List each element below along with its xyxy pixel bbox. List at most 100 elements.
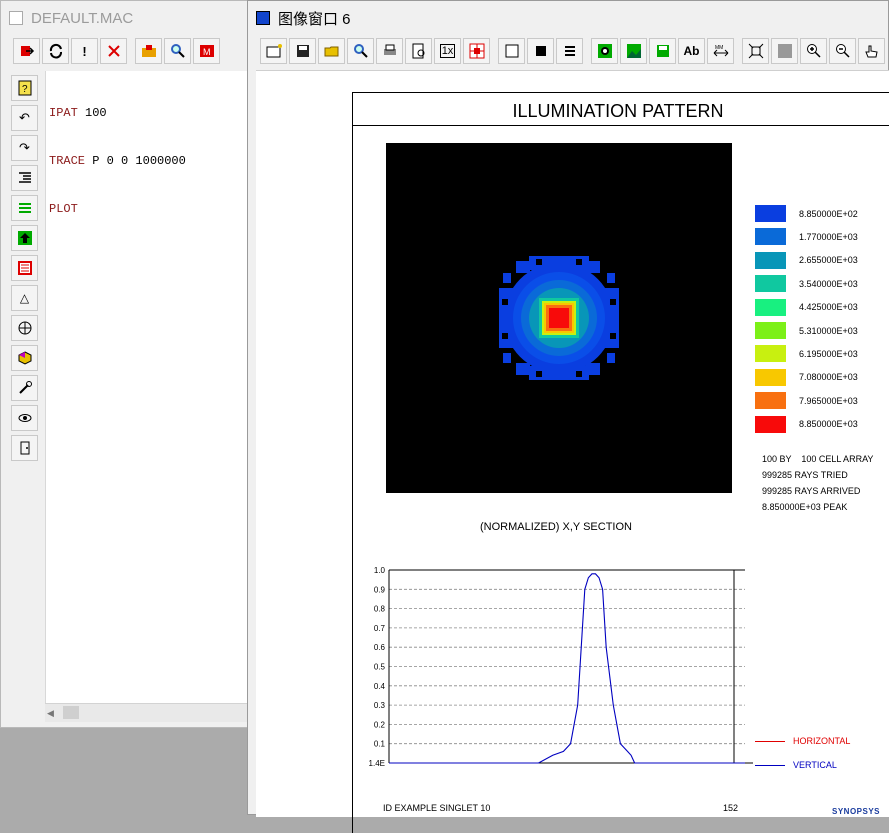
redo-icon: ↷: [19, 140, 30, 155]
zoom-in-button[interactable]: [800, 38, 827, 64]
exclamation-icon: !: [82, 43, 87, 59]
legend-entry: 6.195000E+03: [755, 345, 858, 363]
stat-peak: 8.850000E+03 PEAK: [762, 502, 848, 512]
image-canvas[interactable]: ILLUMINATION PATTERN 8.850000E+02 1.7700…: [256, 70, 889, 833]
zoom-1x-button[interactable]: 1x: [434, 38, 461, 64]
stat-rays-tried: 999285 RAYS TRIED: [762, 470, 848, 480]
legend-swatch: [755, 205, 786, 222]
lines-icon: [564, 46, 575, 56]
text-button[interactable]: Ab: [678, 38, 705, 64]
section-chart-svg: 1.4E 0.1 0.2 0.3 0.4 0.5 0.6 0.7 0.8 0.9 1.0: [369, 566, 757, 768]
search-button[interactable]: [164, 38, 191, 64]
legend-entry: 2.655000E+03: [755, 251, 858, 269]
open-button[interactable]: [318, 38, 345, 64]
legend-entry: 8.850000E+02: [755, 205, 858, 222]
ray-statistics: 100 BY 100 CELL ARRAY 999285 RAYS TRIED …: [762, 451, 873, 515]
scroll-left-icon[interactable]: ◀: [47, 708, 54, 719]
y-tick-label: 1.4E: [369, 759, 385, 768]
macro-args: 100: [77, 106, 107, 120]
legend-swatch: [755, 298, 786, 316]
alert-button[interactable]: !: [71, 38, 98, 64]
pan-button[interactable]: [858, 38, 885, 64]
image-button[interactable]: [620, 38, 647, 64]
cube-icon: [18, 351, 31, 365]
exit-button[interactable]: [11, 435, 38, 461]
legend-value: 4.425000E+03: [799, 302, 858, 313]
svg-text:M: M: [203, 47, 211, 57]
macro-window: DEFAULT.MAC ! M ? ↶ ↷ △ IPAT 100 TRACE P…: [0, 0, 251, 728]
search-icon: [170, 44, 185, 58]
legend-value: 7.080000E+03: [799, 372, 858, 383]
measure-button[interactable]: MM: [707, 38, 734, 64]
lens-button[interactable]: [11, 345, 38, 371]
plot-title: ILLUMINATION PATTERN: [512, 101, 724, 121]
legend-horizontal: HORIZONTAL: [755, 729, 850, 753]
horizontal-scrollbar[interactable]: ◀: [45, 703, 251, 722]
new-window-icon: [266, 44, 282, 58]
macro-keyword: IPAT: [49, 106, 78, 120]
help-button[interactable]: ?: [11, 75, 38, 101]
print-button[interactable]: [376, 38, 403, 64]
target-button[interactable]: [11, 315, 38, 341]
macro-keyword: PLOT: [49, 202, 78, 216]
preview-button[interactable]: [405, 38, 432, 64]
legend-vertical-label: VERTICAL: [793, 760, 837, 770]
printer-icon: [383, 44, 396, 55]
macro-line[interactable]: IPAT 100: [49, 105, 251, 121]
open-folder-button[interactable]: [135, 38, 162, 64]
text-ab-icon: Ab: [683, 44, 700, 58]
run-macro-button[interactable]: [13, 38, 40, 64]
grid-button[interactable]: [463, 38, 490, 64]
section-chart: 1.4E 0.1 0.2 0.3 0.4 0.5 0.6 0.7 0.8 0.9 1.0: [353, 533, 757, 798]
macro-library-button[interactable]: M: [193, 38, 220, 64]
disabled-button[interactable]: [771, 38, 798, 64]
white-background-button[interactable]: [498, 38, 525, 64]
document-icon: [9, 11, 23, 25]
footer-number: 152: [723, 803, 739, 813]
list-button[interactable]: [11, 195, 38, 221]
triangle-button[interactable]: △: [11, 285, 38, 311]
undo-icon: ↶: [19, 110, 30, 125]
view-button[interactable]: [11, 405, 38, 431]
refresh-button[interactable]: [42, 38, 69, 64]
macro-editor[interactable]: IPAT 100 TRACE P 0 0 1000000 PLOT: [45, 71, 251, 703]
find-button[interactable]: [347, 38, 374, 64]
macro-window-titlebar[interactable]: DEFAULT.MAC: [1, 1, 249, 35]
redo-button[interactable]: ↷: [11, 135, 38, 161]
zoom-in-icon: [806, 44, 821, 58]
macro-line[interactable]: TRACE P 0 0 1000000: [49, 153, 251, 169]
y-tick-label: 0.1: [374, 740, 386, 749]
scrollbar-thumb[interactable]: [63, 706, 79, 719]
save-button[interactable]: [289, 38, 316, 64]
zoom-out-button[interactable]: [829, 38, 856, 64]
indent-button[interactable]: [11, 165, 38, 191]
legend-horizontal-label: HORIZONTAL: [793, 736, 851, 746]
run-arrow-icon: [20, 46, 34, 56]
illumination-map: [386, 143, 732, 493]
export-button[interactable]: [649, 38, 676, 64]
insert-button[interactable]: [11, 255, 38, 281]
macro-line[interactable]: PLOT: [49, 201, 251, 217]
footer-id: ID EXAMPLE SINGLET 10: [383, 803, 491, 813]
new-window-button[interactable]: [260, 38, 287, 64]
illumination-map-svg: [499, 256, 619, 380]
legend-swatch: [755, 392, 786, 410]
wrench-button[interactable]: [11, 375, 38, 401]
upload-button[interactable]: [11, 225, 38, 251]
line-width-button[interactable]: [556, 38, 583, 64]
macro-keyword: TRACE: [49, 154, 86, 168]
one-x-icon: 1x: [439, 44, 456, 58]
fit-button[interactable]: [742, 38, 769, 64]
legend-entry: 4.425000E+03: [755, 298, 858, 316]
image-window-titlebar[interactable]: 图像窗口 6: [248, 1, 888, 35]
legend-entry: 1.770000E+03: [755, 228, 858, 246]
legend-value: 2.655000E+03: [799, 255, 858, 266]
camera-button[interactable]: [591, 38, 618, 64]
undo-button[interactable]: ↶: [11, 105, 38, 131]
black-background-button[interactable]: [527, 38, 554, 64]
stop-button[interactable]: [100, 38, 127, 64]
y-tick-label: 0.8: [374, 605, 386, 614]
preview-icon: [412, 43, 424, 59]
y-tick-label: 0.9: [374, 585, 386, 594]
macro-args: P 0 0 1000000: [85, 154, 186, 168]
